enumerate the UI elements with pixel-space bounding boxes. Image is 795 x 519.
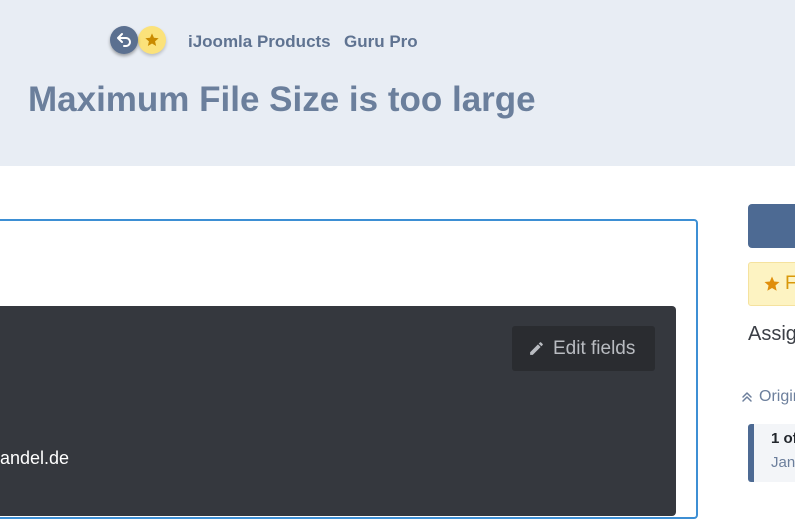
version-date: Jan <box>771 454 795 471</box>
sidebar-favorite-button[interactable]: F <box>748 262 795 306</box>
message-text: andel.de <box>0 448 70 468</box>
double-chevron-up-icon <box>742 392 752 402</box>
edit-fields-label: Edit fields <box>553 337 636 359</box>
sidebar-primary-button[interactable] <box>748 204 795 248</box>
back-button[interactable] <box>110 26 138 54</box>
page-title: Maximum File Size is too large <box>28 80 536 119</box>
favorite-button[interactable] <box>138 26 166 54</box>
back-arrow-icon <box>117 33 131 47</box>
breadcrumb-guru-pro[interactable]: Guru Pro <box>344 32 418 52</box>
star-icon <box>764 276 780 291</box>
version-count: 1 of <box>771 430 795 447</box>
sidebar-original-toggle[interactable]: Origin <box>741 388 795 406</box>
pencil-icon <box>530 342 543 355</box>
sidebar-original-label: Origin <box>759 388 795 405</box>
page-header: iJoomla Products Guru Pro Maximum File S… <box>0 0 795 166</box>
breadcrumb-ijoomla-products[interactable]: iJoomla Products <box>188 32 331 52</box>
star-icon <box>145 33 159 46</box>
edit-fields-button[interactable]: Edit fields <box>512 326 655 371</box>
sidebar-favorite-label: F <box>785 273 795 295</box>
sidebar-assign-label: Assig <box>748 323 795 345</box>
